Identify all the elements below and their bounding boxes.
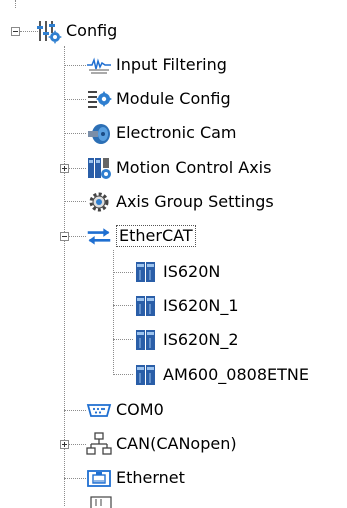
tree-line — [64, 478, 86, 479]
tree-line — [64, 133, 86, 134]
tree-node-can[interactable]: CAN(CANopen) — [86, 430, 237, 458]
tree-line — [64, 99, 86, 100]
tree-node-label: Ethernet — [116, 468, 185, 487]
tree-node-label: EtherCAT — [116, 225, 196, 247]
tree-line — [69, 236, 86, 237]
tree-node-label: AM600_0808ETNE — [163, 365, 309, 384]
tree-node-module-config[interactable]: Module Config — [86, 85, 231, 113]
tree-node-label: Module Config — [116, 89, 231, 108]
project-tree: Config Input Filtering Module Config Ele… — [0, 0, 347, 508]
tree-node-label: Axis Group Settings — [116, 192, 274, 211]
tree-line — [64, 46, 65, 506]
tree-node-axis-group-settings[interactable]: Axis Group Settings — [86, 188, 274, 216]
io-module-icon — [133, 362, 159, 388]
collapse-ethercat-button[interactable] — [60, 232, 69, 241]
tree-node-ethernet[interactable]: Ethernet — [86, 464, 185, 492]
tree-line — [64, 201, 86, 202]
tree-line — [69, 444, 86, 445]
tree-line — [113, 250, 114, 375]
tree-node-com0[interactable]: COM0 — [86, 396, 164, 424]
input-filtering-icon — [86, 52, 112, 78]
tree-node-am600-0808etne[interactable]: AM600_0808ETNE — [133, 361, 309, 389]
tree-node-is620n-2[interactable]: IS620N_2 — [133, 326, 239, 354]
tree-node-electronic-cam[interactable]: Electronic Cam — [86, 119, 237, 147]
tree-node-is620n[interactable]: IS620N — [133, 258, 220, 286]
tree-line — [113, 374, 133, 375]
tree-node-label: IS620N — [163, 262, 221, 281]
electronic-cam-icon — [86, 120, 112, 146]
tree-node-label: Motion Control Axis — [116, 158, 272, 177]
ethernet-port-icon — [86, 465, 112, 491]
tree-node-label: Config — [66, 21, 118, 40]
tree-node-label: COM0 — [116, 400, 164, 419]
tree-node-partial — [90, 496, 112, 508]
tree-line — [69, 168, 86, 169]
tree-line — [64, 410, 86, 411]
tree-node-is620n-1[interactable]: IS620N_1 — [133, 292, 239, 320]
tree-node-motion-control-axis[interactable]: Motion Control Axis — [86, 154, 271, 182]
expand-motion-control-axis-button[interactable] — [60, 164, 69, 173]
tree-line — [15, 0, 16, 8]
tree-node-label: CAN(CANopen) — [116, 434, 237, 453]
tree-node-label: IS620N_1 — [163, 296, 239, 315]
tree-line — [113, 272, 133, 273]
axis-group-gear-icon — [86, 189, 112, 215]
servo-drive-icon — [133, 259, 159, 285]
tree-node-input-filtering[interactable]: Input Filtering — [86, 51, 227, 79]
tree-node-label: Input Filtering — [116, 55, 227, 74]
tree-line — [64, 65, 86, 66]
tree-line — [113, 305, 133, 306]
ethercat-arrows-icon — [86, 223, 112, 249]
module-config-icon — [86, 86, 112, 112]
tree-line — [113, 339, 133, 340]
motion-axis-icon — [86, 155, 112, 181]
servo-drive-icon — [133, 327, 159, 353]
config-sliders-gear-icon — [36, 18, 62, 44]
can-network-icon — [86, 431, 112, 457]
tree-node-label: Electronic Cam — [116, 123, 237, 142]
tree-node-ethercat[interactable]: EtherCAT — [86, 222, 196, 250]
servo-drive-icon — [133, 293, 159, 319]
expand-can-button[interactable] — [60, 440, 69, 449]
tree-node-label: IS620N_2 — [163, 330, 239, 349]
serial-port-icon — [86, 397, 112, 423]
collapse-config-button[interactable] — [11, 27, 20, 36]
tree-node-config[interactable]: Config — [36, 17, 117, 45]
